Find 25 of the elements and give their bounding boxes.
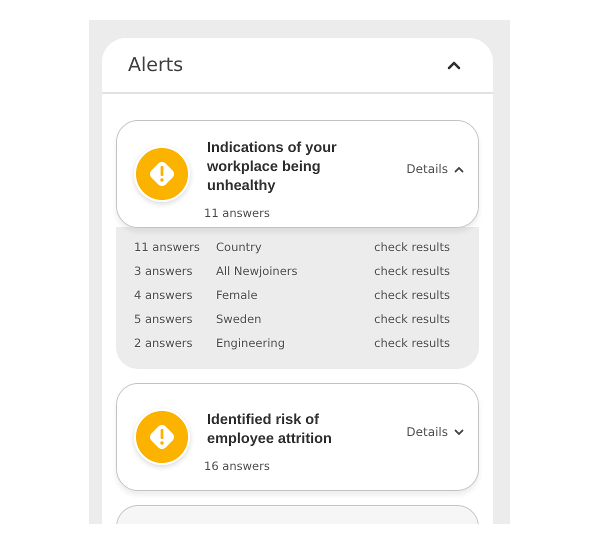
check-results-link[interactable]: check results (374, 235, 450, 259)
warning-icon (134, 146, 190, 202)
alert-title: Indications of your workplace being unhealthy (207, 138, 338, 196)
group-label: Female (216, 287, 259, 304)
collapse-chevron-icon[interactable] (447, 60, 461, 70)
answer-count: 11 answers (204, 206, 271, 220)
answer-count: 3 answers (134, 263, 194, 280)
check-results-link[interactable]: check results (374, 331, 450, 355)
warning-icon (134, 409, 190, 465)
group-label: Country (216, 239, 263, 256)
answer-count: 2 answers (134, 335, 194, 352)
answer-count: 4 answers (134, 287, 194, 304)
details-toggle[interactable]: Details (406, 425, 464, 439)
alert-title: Identified risk of employee attrition (207, 411, 333, 449)
answer-count: 11 answers (134, 239, 201, 256)
group-label: Engineering (216, 335, 286, 352)
check-results-link[interactable]: check results (374, 307, 450, 331)
check-results-link[interactable]: check results (374, 283, 450, 307)
group-label: Sweden (216, 311, 262, 328)
details-toggle[interactable]: Details (406, 162, 464, 176)
group-label: All Newjoiners (216, 263, 299, 280)
answer-count: 5 answers (134, 311, 194, 328)
answer-count: 16 answers (204, 459, 271, 473)
check-results-link[interactable]: check results (374, 259, 450, 283)
alerts-title: Alerts (128, 54, 184, 76)
